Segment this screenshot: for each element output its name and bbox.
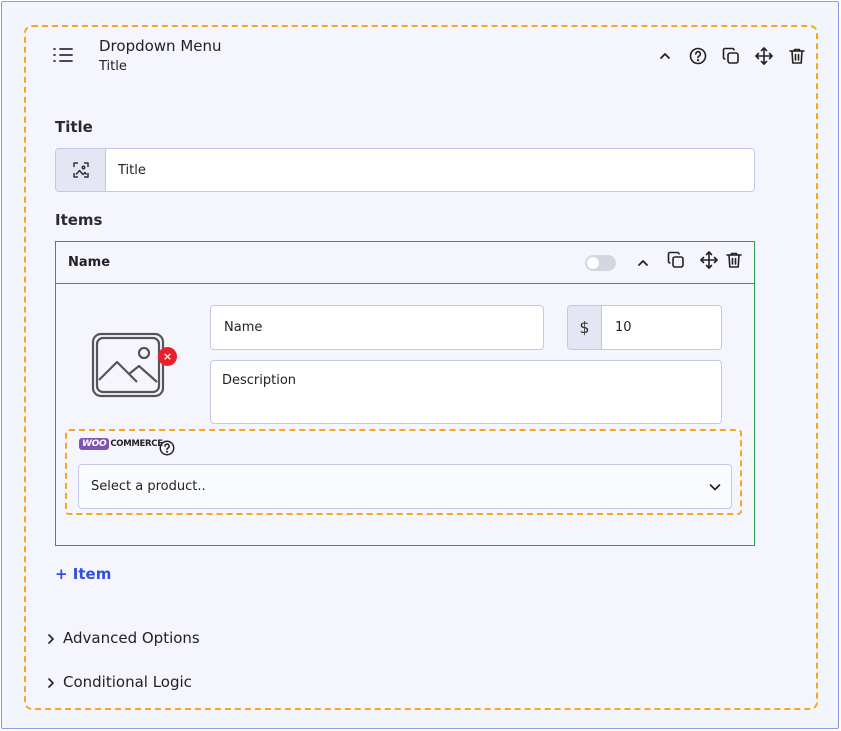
- image-placeholder-icon[interactable]: [91, 332, 165, 398]
- item-price-input[interactable]: [602, 306, 720, 349]
- title-section-label: Title: [55, 118, 93, 136]
- item-move-icon[interactable]: [699, 250, 719, 270]
- move-icon[interactable]: [754, 46, 774, 66]
- item-header-name: Name: [68, 255, 111, 270]
- item-description-field: [210, 360, 722, 424]
- chevron-right-icon: [44, 675, 58, 689]
- chevron-down-icon: [707, 479, 723, 495]
- title-input[interactable]: [106, 149, 754, 191]
- chevron-right-icon: [44, 631, 58, 645]
- product-select-value: Select a product..: [91, 479, 206, 494]
- conditional-logic-label: Conditional Logic: [63, 673, 192, 691]
- woocommerce-box: WOO COMMERCE Select a product..: [65, 429, 742, 515]
- duplicate-icon[interactable]: [721, 46, 741, 66]
- woocommerce-logo: WOO COMMERCE: [79, 437, 163, 451]
- conditional-logic-toggle[interactable]: Conditional Logic: [44, 672, 192, 692]
- item-price-field: $: [567, 305, 722, 350]
- toggle-knob: [587, 257, 599, 269]
- woocommerce-help-icon[interactable]: [158, 439, 176, 457]
- advanced-options-toggle[interactable]: Advanced Options: [44, 628, 200, 648]
- item-card: Name × $ WOO: [55, 241, 755, 546]
- item-name-input[interactable]: [211, 306, 543, 349]
- title-field: [55, 148, 755, 192]
- items-section-label: Items: [55, 211, 103, 229]
- item-trash-icon[interactable]: [724, 250, 744, 270]
- image-frame-icon[interactable]: [56, 149, 106, 191]
- currency-symbol: $: [568, 306, 602, 349]
- collapse-chevron-up-icon[interactable]: [655, 46, 675, 66]
- widget-subtitle: Title: [99, 59, 127, 74]
- item-duplicate-icon[interactable]: [666, 250, 686, 270]
- item-description-input[interactable]: [211, 361, 721, 423]
- item-card-header[interactable]: Name: [56, 242, 754, 284]
- trash-icon[interactable]: [787, 46, 807, 66]
- help-icon[interactable]: [688, 46, 708, 66]
- item-toggle[interactable]: [585, 255, 616, 271]
- woo-badge: WOO: [79, 438, 110, 450]
- add-item-link[interactable]: + Item: [55, 565, 111, 583]
- remove-image-button[interactable]: ×: [158, 347, 177, 366]
- advanced-options-label: Advanced Options: [63, 629, 200, 647]
- item-collapse-chevron-up-icon[interactable]: [633, 253, 653, 273]
- product-select[interactable]: Select a product..: [78, 464, 732, 509]
- woo-commerce-text: COMMERCE: [110, 439, 163, 449]
- widget-title: Dropdown Menu: [99, 37, 222, 55]
- list-icon: [52, 45, 74, 65]
- item-name-field: [210, 305, 544, 350]
